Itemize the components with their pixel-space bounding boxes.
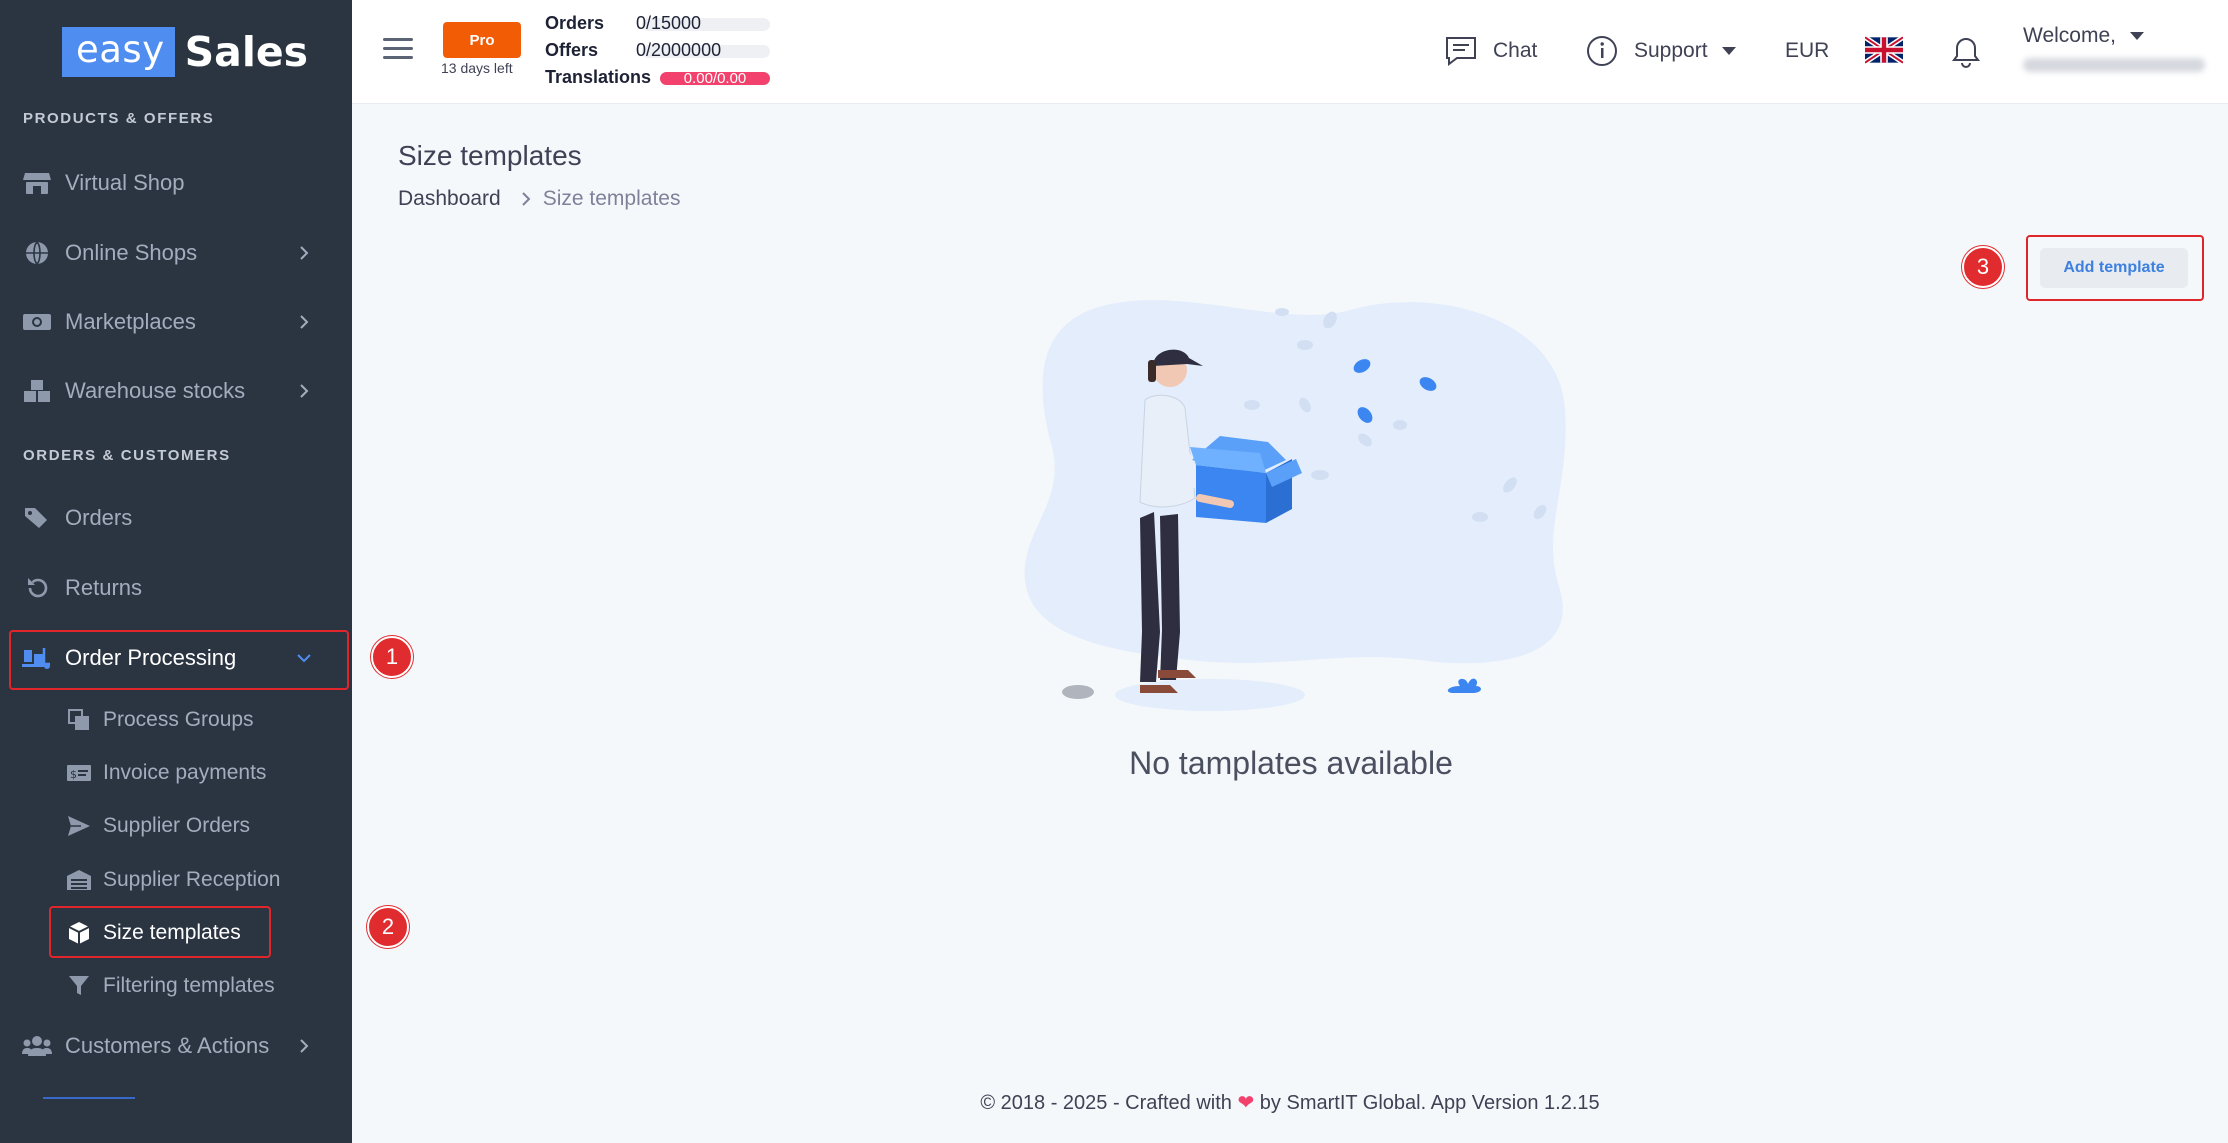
boxes-icon bbox=[22, 378, 52, 404]
support-label: Support bbox=[1634, 39, 1708, 62]
orders-usage-label: Orders bbox=[545, 13, 605, 33]
sidebar-item-returns[interactable]: Returns bbox=[0, 560, 352, 616]
sidebar-subitem-filtering-templates[interactable]: Filtering templates bbox=[0, 961, 352, 1011]
top-header: Pro 13 days left Orders 0/15000 Offers 0… bbox=[352, 0, 2228, 104]
chevron-right-icon bbox=[296, 383, 312, 399]
callout-badge-2: 2 bbox=[367, 906, 409, 948]
logo-sales-text: Sales bbox=[184, 28, 309, 76]
sidebar-item-online-shops[interactable]: Online Shops bbox=[0, 225, 352, 281]
empty-state-message: No tamplates available bbox=[0, 745, 2228, 782]
breadcrumb-dashboard-link[interactable]: Dashboard bbox=[398, 187, 501, 211]
chevron-right-icon bbox=[296, 314, 312, 330]
add-template-button[interactable]: Add template bbox=[2040, 248, 2188, 288]
store-icon bbox=[22, 170, 52, 196]
chat-label: Chat bbox=[1493, 39, 1538, 62]
sidebar-item-label: Returns bbox=[65, 575, 143, 600]
breadcrumb-current: Size templates bbox=[542, 187, 681, 210]
offers-usage-label: Offers bbox=[545, 40, 599, 60]
chat-icon bbox=[1445, 36, 1477, 66]
sidebar-item-virtual-shop[interactable]: Virtual Shop bbox=[0, 155, 352, 211]
sidebar-item-label: Marketplaces bbox=[65, 309, 196, 334]
welcome-label: Welcome, bbox=[2023, 24, 2116, 47]
currency-selector[interactable]: EUR bbox=[1785, 34, 1829, 68]
warehouse-icon bbox=[66, 868, 92, 892]
footer: © 2018 - 2025 - Crafted with ❤ by SmartI… bbox=[352, 1090, 2228, 1115]
chat-button[interactable]: Chat bbox=[1445, 34, 1537, 68]
user-menu[interactable]: Welcome, bbox=[2023, 24, 2144, 48]
sidebar-item-orders[interactable]: Orders bbox=[0, 490, 352, 546]
plan-badge[interactable]: Pro bbox=[443, 22, 521, 58]
chevron-right-icon bbox=[296, 1038, 312, 1054]
section-title-orders: ORDERS & CUSTOMERS bbox=[23, 447, 231, 464]
globe-icon bbox=[22, 240, 52, 266]
chevron-right-icon bbox=[296, 245, 312, 261]
sidebar-subitem-supplier-orders[interactable]: Supplier Orders bbox=[0, 801, 352, 851]
empty-state-illustration bbox=[1020, 290, 1580, 735]
sidebar-item-marketplaces[interactable]: Marketplaces bbox=[0, 294, 352, 350]
sidebar-subitem-label: Supplier Orders bbox=[103, 814, 251, 837]
callout-badge-3: 3 bbox=[1962, 246, 2004, 288]
sidebar: easy Sales PRODUCTS & OFFERS Virtual Sho… bbox=[0, 0, 352, 1143]
support-dropdown[interactable]: Support bbox=[1586, 34, 1736, 68]
sidebar-item-label: Online Shops bbox=[65, 240, 198, 265]
users-icon bbox=[22, 1033, 52, 1059]
undo-icon bbox=[22, 575, 52, 601]
trial-days-left: 13 days left bbox=[441, 60, 513, 76]
menu-toggle-icon[interactable] bbox=[383, 38, 413, 62]
sidebar-item-label: Orders bbox=[65, 505, 133, 530]
user-email-redacted bbox=[2023, 58, 2205, 72]
footer-version: by SmartIT Global. App Version 1.2.15 bbox=[1259, 1092, 1600, 1114]
currency-label: EUR bbox=[1785, 39, 1830, 62]
section-title-products: PRODUCTS & OFFERS bbox=[23, 110, 215, 127]
notification-bell-icon[interactable] bbox=[1951, 36, 1981, 73]
sidebar-subitem-supplier-reception[interactable]: Supplier Reception bbox=[0, 855, 352, 905]
caret-down-icon bbox=[2129, 32, 2144, 40]
copy-icon bbox=[66, 708, 92, 732]
sidebar-item-label: Virtual Shop bbox=[65, 170, 185, 195]
heart-icon: ❤ bbox=[1237, 1092, 1255, 1114]
money-icon bbox=[22, 309, 52, 335]
orders-usage-value: 0/15000 bbox=[636, 13, 702, 33]
empty-state-message-text: No tamplates available bbox=[1129, 745, 1453, 781]
chevron-right-icon bbox=[521, 192, 531, 206]
highlight-box-size-templates bbox=[49, 906, 271, 958]
sidebar-subitem-label: Process Groups bbox=[103, 708, 254, 731]
sidebar-subitem-label: Filtering templates bbox=[103, 974, 275, 997]
info-icon bbox=[1586, 35, 1618, 67]
sidebar-scrollbar[interactable] bbox=[43, 1097, 135, 1099]
page-title: Size templates bbox=[398, 140, 582, 171]
uk-flag-icon[interactable] bbox=[1863, 35, 1905, 65]
callout-badge-1: 1 bbox=[371, 636, 413, 678]
sidebar-subitem-label: Supplier Reception bbox=[103, 868, 281, 891]
sidebar-item-label: Warehouse stocks bbox=[65, 378, 246, 403]
sidebar-item-warehouse-stocks[interactable]: Warehouse stocks bbox=[0, 363, 352, 419]
translations-usage-label: Translations bbox=[545, 67, 652, 87]
app-logo[interactable]: easy Sales bbox=[62, 27, 308, 77]
sidebar-item-label: Customers & Actions bbox=[65, 1033, 270, 1058]
highlight-box-order-processing bbox=[9, 630, 349, 690]
tags-icon bbox=[22, 505, 52, 531]
logo-easy-text: easy bbox=[62, 27, 175, 77]
breadcrumb: Dashboard Size templates bbox=[398, 187, 680, 211]
sidebar-subitem-process-groups[interactable]: Process Groups bbox=[0, 695, 352, 745]
caret-down-icon bbox=[1721, 47, 1736, 55]
offers-usage-value: 0/2000000 bbox=[636, 40, 722, 60]
sidebar-item-customers-actions[interactable]: Customers & Actions bbox=[0, 1018, 352, 1074]
footer-copyright: © 2018 - 2025 - Crafted with bbox=[980, 1092, 1232, 1114]
paper-plane-icon bbox=[66, 814, 92, 838]
filter-icon bbox=[66, 974, 92, 998]
translations-usage-value: 0.00/0.00 bbox=[660, 71, 770, 86]
